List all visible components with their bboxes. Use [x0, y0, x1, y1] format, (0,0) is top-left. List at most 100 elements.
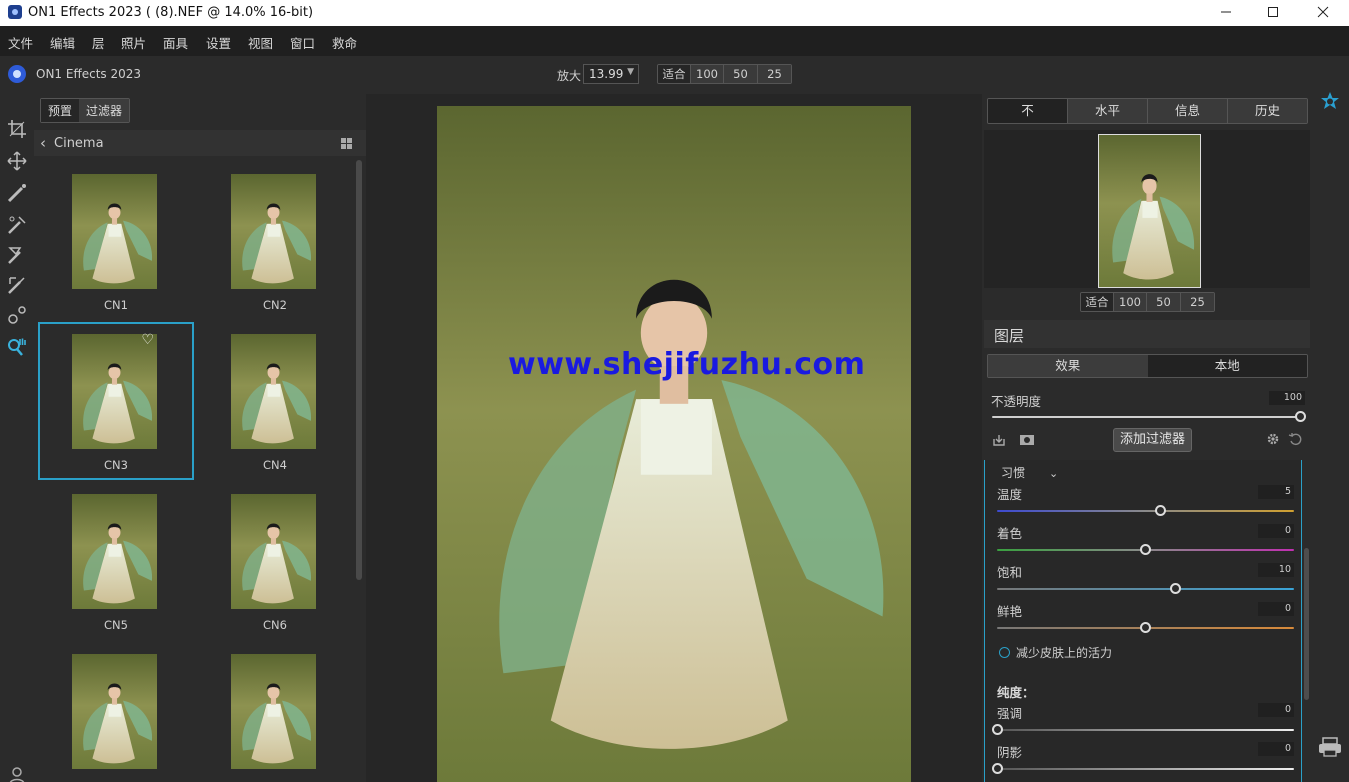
preset-cn2[interactable]: CN2 — [197, 162, 353, 320]
reset-icon[interactable] — [1288, 432, 1302, 446]
right-panel-scrollbar[interactable] — [1304, 548, 1309, 700]
tab-history[interactable]: 历史 — [1228, 99, 1307, 123]
main-photo[interactable] — [437, 106, 911, 782]
vibrance-slider-knob[interactable] — [1140, 622, 1151, 633]
preset-label: CN1 — [104, 298, 128, 312]
zoom-100-button[interactable]: 100 — [691, 65, 724, 83]
preset-cn6[interactable]: CN6 — [197, 482, 353, 640]
saturation-slider-knob[interactable] — [1169, 583, 1181, 594]
preset-thumbnail — [72, 334, 157, 449]
grid-view-icon[interactable] — [341, 138, 352, 149]
app-header: ON1 Effects 2023 放大 13.99 ▼ 适合 100 50 25 — [0, 56, 1349, 94]
highlights-track[interactable] — [997, 729, 1294, 731]
import-icon[interactable] — [992, 433, 1006, 447]
tab-presets[interactable]: 预置 — [41, 99, 80, 122]
image-canvas[interactable] — [366, 94, 982, 782]
menu-help[interactable]: 救命 — [332, 33, 357, 52]
mask-icon[interactable] — [1019, 433, 1035, 447]
menu-edit[interactable]: 编辑 — [50, 33, 75, 52]
temperature-slider-knob[interactable] — [1154, 505, 1166, 516]
add-filter-button[interactable]: 添加过滤器 — [1113, 428, 1192, 452]
highlights-value[interactable]: 0 — [1258, 703, 1294, 717]
menu-window[interactable]: 窗口 — [290, 33, 315, 52]
zoom-fit-button[interactable]: 适合 — [658, 65, 691, 83]
minimize-button[interactable] — [1203, 0, 1249, 26]
preset-cn1[interactable]: CN1 — [38, 162, 194, 320]
preset-cn7[interactable] — [38, 642, 194, 782]
nav-zoom-25-button[interactable]: 25 — [1181, 293, 1214, 311]
layers-title: 图层 — [994, 327, 1025, 345]
gear-icon[interactable] — [1266, 432, 1280, 446]
preset-thumbnail — [72, 174, 157, 289]
brush-icon[interactable] — [6, 182, 28, 204]
nav-zoom-100-button[interactable]: 100 — [1114, 293, 1147, 311]
shadows-track[interactable] — [997, 768, 1294, 770]
mask-brush-icon[interactable] — [6, 244, 28, 266]
reduce-skin-vibrance-option[interactable]: 减少皮肤上的活力 — [999, 644, 1112, 661]
tint-value[interactable]: 0 — [1258, 524, 1294, 538]
menu-bar: 文件 编辑 层 照片 面具 设置 视图 窗口 救命 — [0, 26, 1349, 56]
preset-cn8[interactable] — [197, 642, 353, 782]
tab-info[interactable]: 信息 — [1148, 99, 1228, 123]
slider-label-vibrance: 鲜艳 — [997, 604, 1023, 619]
preset-cn5[interactable]: CN5 — [38, 482, 194, 640]
menu-settings[interactable]: 设置 — [206, 33, 231, 52]
temperature-track[interactable] — [997, 510, 1294, 512]
purity-section-title: 纯度： — [997, 685, 1035, 700]
shadows-value[interactable]: 0 — [1258, 742, 1294, 756]
maximize-button[interactable] — [1250, 0, 1296, 26]
preset-cn3[interactable]: ♡ CN3 — [38, 322, 194, 480]
zoom-25-button[interactable]: 25 — [758, 65, 791, 83]
highlights-slider-knob[interactable] — [991, 724, 1003, 735]
tab-levels[interactable]: 水平 — [1068, 99, 1148, 123]
slider-label-tint: 着色 — [997, 526, 1023, 541]
tab-navigator[interactable]: 不 — [988, 99, 1068, 123]
nav-zoom-fit-button[interactable]: 适合 — [1081, 293, 1114, 311]
tool-rail — [0, 94, 34, 782]
saturation-value[interactable]: 10 — [1258, 563, 1294, 577]
temperature-value[interactable]: 5 — [1258, 485, 1294, 499]
close-button[interactable] — [1300, 0, 1346, 26]
layers-header[interactable]: 图层 — [984, 320, 1310, 348]
mode-effects[interactable]: 效果 — [988, 355, 1148, 377]
navigator-tabs: 不 水平 信息 历史 — [987, 98, 1308, 124]
menu-photo[interactable]: 照片 — [121, 33, 146, 52]
vibrance-value[interactable]: 0 — [1258, 602, 1294, 616]
heart-icon[interactable]: ♡ — [141, 332, 154, 348]
slider-label-shadows: 阴影 — [997, 745, 1023, 760]
nav-zoom-50-button[interactable]: 50 — [1147, 293, 1181, 311]
tint-slider-knob[interactable] — [1140, 544, 1151, 555]
menu-mask[interactable]: 面具 — [163, 33, 188, 52]
shadows-slider-knob[interactable] — [991, 763, 1003, 774]
zoom-value-dropdown[interactable]: 13.99 ▼ — [583, 64, 639, 84]
filter-title[interactable]: 习惯 ⌄ — [1001, 464, 1058, 481]
zoom-hand-icon[interactable] — [6, 336, 28, 358]
back-chevron-icon[interactable]: ‹ — [40, 134, 46, 152]
radio-icon — [999, 647, 1010, 658]
refine-icon[interactable] — [6, 304, 28, 326]
crop-icon[interactable] — [6, 118, 28, 140]
user-icon[interactable] — [6, 764, 28, 782]
opacity-track[interactable] — [992, 416, 1300, 418]
mode-local[interactable]: 本地 — [1147, 355, 1307, 377]
preset-cn4[interactable]: CN4 — [197, 322, 353, 480]
menu-layer[interactable]: 层 — [92, 33, 105, 52]
opacity-slider-knob[interactable] — [1294, 411, 1306, 422]
zoom-value: 13.99 — [589, 67, 624, 81]
navigator-thumbnail[interactable] — [1098, 134, 1201, 288]
saturation-track[interactable] — [997, 588, 1294, 590]
zoom-50-button[interactable]: 50 — [724, 65, 758, 83]
effects-star-icon[interactable] — [1319, 91, 1341, 113]
print-icon[interactable] — [1317, 736, 1343, 758]
tab-filters[interactable]: 过滤器 — [79, 99, 130, 122]
slider-label-saturation: 饱和 — [997, 565, 1023, 580]
opacity-value[interactable]: 100 — [1269, 391, 1305, 405]
line-mask-icon[interactable] — [6, 274, 28, 296]
move-icon[interactable] — [6, 150, 28, 172]
menu-file[interactable]: 文件 — [8, 33, 33, 52]
menu-view[interactable]: 视图 — [248, 33, 273, 52]
app-icon — [8, 5, 22, 19]
photo-illustration — [72, 334, 157, 449]
retouch-icon[interactable] — [6, 214, 28, 236]
presets-scrollbar[interactable] — [356, 160, 362, 580]
